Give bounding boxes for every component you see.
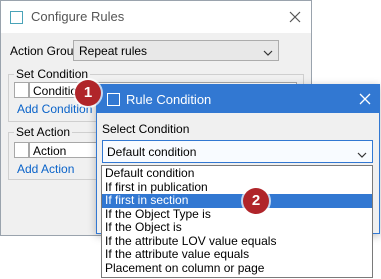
configure-rules-titlebar: Configure Rules bbox=[1, 1, 311, 33]
action-header-label: Action bbox=[33, 144, 67, 158]
configure-rules-title: Configure Rules bbox=[31, 9, 125, 24]
callout-badge-1: 1 bbox=[75, 80, 101, 106]
condition-checkbox-header[interactable] bbox=[14, 82, 29, 98]
condition-option[interactable]: If the Object is bbox=[102, 220, 372, 235]
condition-option[interactable]: If first in publication bbox=[102, 180, 372, 195]
select-condition-label: Select Condition bbox=[102, 122, 190, 136]
rule-condition-titlebar: Rule Condition bbox=[97, 85, 379, 113]
action-checkbox-header[interactable] bbox=[14, 142, 29, 158]
condition-option-highlighted[interactable]: If first in section bbox=[102, 193, 372, 208]
condition-option[interactable]: If the Object Type is bbox=[102, 207, 372, 222]
action-group-value: Repeat rules bbox=[79, 44, 148, 58]
callout-badge-2: 2 bbox=[243, 188, 269, 214]
app-window-icon bbox=[10, 11, 23, 24]
chevron-down-icon bbox=[357, 148, 367, 162]
action-group-label: Action Group bbox=[10, 44, 81, 58]
app-window-icon bbox=[107, 93, 120, 106]
set-condition-legend: Set Condition bbox=[14, 67, 91, 81]
chevron-down-icon bbox=[263, 46, 273, 60]
set-action-legend: Set Action bbox=[14, 125, 73, 139]
add-action-link[interactable]: Add Action bbox=[17, 162, 74, 176]
close-icon[interactable] bbox=[288, 10, 302, 24]
condition-options-list: Default condition If first in publicatio… bbox=[101, 165, 373, 278]
condition-option[interactable]: Placement on column or page bbox=[102, 261, 372, 276]
condition-option[interactable]: If the attribute LOV value equals bbox=[102, 234, 372, 249]
condition-select[interactable]: Default condition bbox=[102, 140, 373, 163]
condition-option[interactable]: Default condition bbox=[102, 166, 372, 181]
condition-option[interactable]: If the attribute value equals bbox=[102, 247, 372, 262]
rule-condition-title: Rule Condition bbox=[126, 92, 212, 107]
condition-select-value: Default condition bbox=[107, 145, 197, 159]
action-group-select[interactable]: Repeat rules bbox=[73, 40, 279, 61]
close-icon[interactable] bbox=[358, 92, 372, 106]
